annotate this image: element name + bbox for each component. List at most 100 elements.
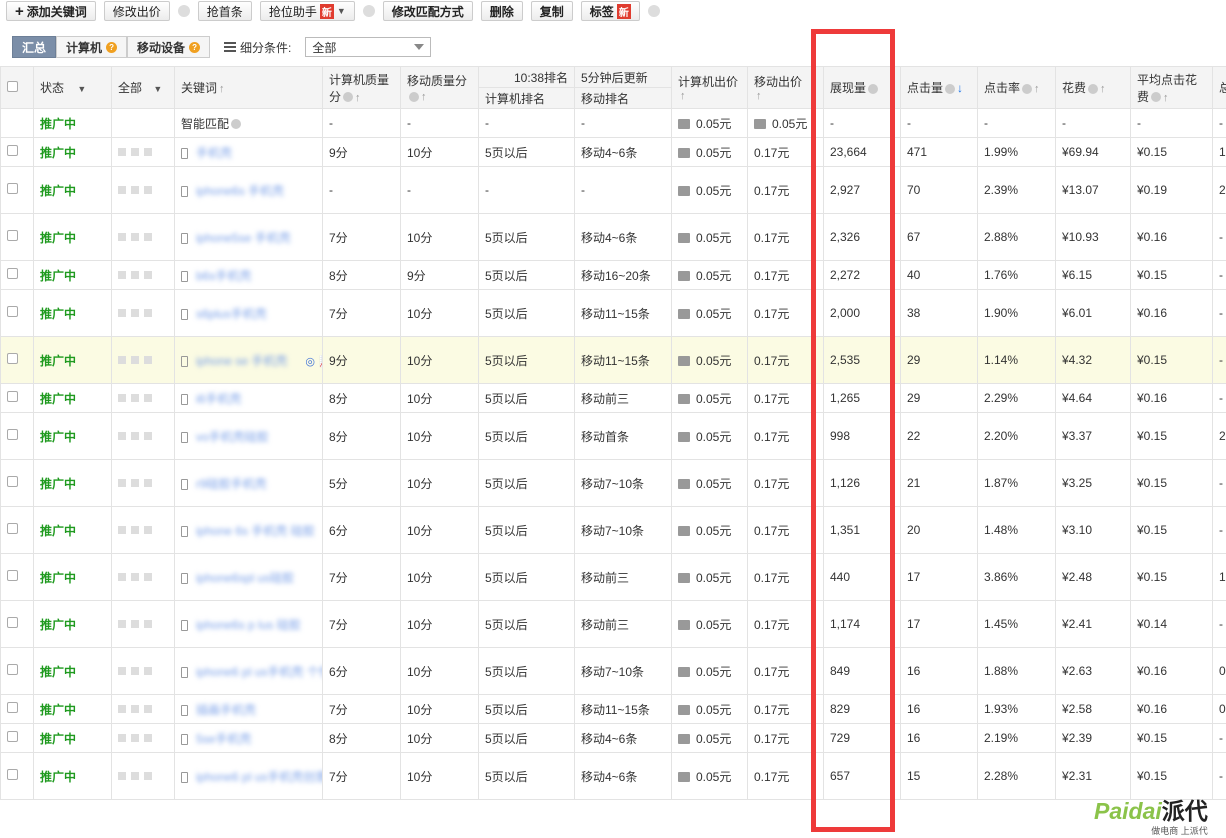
tab-summary[interactable]: 汇总: [12, 36, 57, 58]
pc-quality-header[interactable]: 计算机质量 分 ↑: [322, 66, 401, 109]
mobile-bid-cell[interactable]: 0.17元: [747, 752, 824, 800]
keyword-text[interactable]: r9硅胶手机壳: [196, 477, 267, 491]
grab-first-button[interactable]: 抢首条: [197, 1, 252, 21]
keyword-text[interactable]: 插画手机壳: [196, 703, 256, 717]
row-checkbox[interactable]: [7, 523, 18, 534]
impressions-header[interactable]: 展现量: [823, 66, 901, 109]
pc-bid-cell[interactable]: 0.05元: [671, 553, 748, 601]
help-icon[interactable]: [362, 5, 375, 17]
keyword-cell[interactable]: 5se手机壳: [174, 723, 323, 753]
keyword-cell[interactable]: 插画手机壳: [174, 694, 323, 724]
pc-bid-cell[interactable]: 0.05元: [671, 752, 748, 800]
pc-bid-cell[interactable]: 0.05元: [671, 412, 748, 460]
row-checkbox[interactable]: [7, 570, 18, 581]
more-header[interactable]: 总: [1212, 66, 1226, 109]
mobile-bid-header[interactable]: 移动出价 ↑: [747, 66, 824, 109]
row-checkbox[interactable]: [7, 145, 18, 156]
keyword-cell[interactable]: r9硅胶手机壳: [174, 459, 323, 507]
keyword-cell[interactable]: iphone6 pl us手机壳 个性: [174, 647, 323, 695]
mobile-bid-cell[interactable]: 0.17元: [747, 412, 824, 460]
row-checkbox[interactable]: [7, 429, 18, 440]
keyword-cell[interactable]: i6手机壳: [174, 383, 323, 413]
select-all-checkbox[interactable]: [7, 80, 18, 92]
mobile-bid-cell[interactable]: 0.17元: [747, 260, 824, 290]
mobile-bid-cell[interactable]: 0.17元: [747, 166, 824, 214]
row-checkbox[interactable]: [7, 391, 18, 402]
mobile-bid-cell[interactable]: 0.05元: [747, 108, 824, 138]
pc-bid-cell[interactable]: 0.05元: [671, 260, 748, 290]
keyword-text[interactable]: iphone 6s 手机壳 硅胶: [196, 524, 315, 538]
keyword-cell[interactable]: iphone6 pl us手机壳创意 个性: [174, 752, 323, 800]
help-icon[interactable]: [647, 5, 660, 17]
keyword-cell[interactable]: 手机壳: [174, 137, 323, 167]
row-checkbox[interactable]: [7, 183, 18, 194]
avg-cpc-header[interactable]: 平均点击花 费 ↑: [1130, 66, 1213, 109]
label-button[interactable]: 标签 新: [580, 1, 640, 21]
row-checkbox[interactable]: [7, 731, 18, 742]
pc-bid-cell[interactable]: 0.05元: [671, 213, 748, 261]
condition-select[interactable]: 全部: [305, 37, 432, 57]
keyword-cell[interactable]: iphone 6s 手机壳 硅胶: [174, 506, 323, 554]
grab-assistant-button[interactable]: 抢位助手 新 ▼: [259, 1, 355, 21]
keyword-text[interactable]: iphone6s 手机壳: [196, 184, 284, 198]
row-checkbox[interactable]: [7, 268, 18, 279]
pc-bid-cell[interactable]: 0.05元: [671, 506, 748, 554]
row-checkbox[interactable]: [7, 353, 18, 364]
mobile-bid-cell[interactable]: 0.17元: [747, 506, 824, 554]
row-checkbox[interactable]: [7, 702, 18, 713]
row-checkbox[interactable]: [7, 306, 18, 317]
copy-button[interactable]: 复制: [530, 1, 573, 21]
pc-bid-cell[interactable]: 0.05元: [671, 723, 748, 753]
pc-bid-cell[interactable]: 0.05元: [671, 647, 748, 695]
clicks-header[interactable]: 点击量 ↓: [900, 66, 978, 109]
modify-match-button[interactable]: 修改匹配方式: [382, 1, 473, 21]
keyword-text[interactable]: i6手机壳: [196, 392, 241, 406]
mobile-bid-cell[interactable]: 0.17元: [747, 336, 824, 384]
mobile-bid-cell[interactable]: 0.17元: [747, 137, 824, 167]
keyword-cell[interactable]: iphone6spl us硅胶: [174, 553, 323, 601]
pc-bid-cell[interactable]: 0.05元: [671, 459, 748, 507]
mobile-quality-header[interactable]: 移动质量分 ↑: [400, 66, 479, 109]
mobile-bid-cell[interactable]: 0.17元: [747, 647, 824, 695]
pc-bid-cell[interactable]: 0.05元: [671, 336, 748, 384]
mobile-bid-cell[interactable]: 0.17元: [747, 213, 824, 261]
mobile-bid-cell[interactable]: 0.17元: [747, 459, 824, 507]
pc-bid-cell[interactable]: 0.05元: [671, 166, 748, 214]
delete-button[interactable]: 删除: [480, 1, 523, 21]
keyword-cell[interactable]: b6s手机壳: [174, 260, 323, 290]
ctr-header[interactable]: 点击率 ↑: [977, 66, 1056, 109]
target-icon[interactable]: ◎: [305, 355, 315, 368]
all-header[interactable]: 全部 ▼: [111, 66, 175, 109]
keyword-text[interactable]: iphone se 手机壳: [196, 354, 287, 368]
keyword-cell[interactable]: vo手机壳硅胶: [174, 412, 323, 460]
keyword-text[interactable]: iphone6 pl us手机壳创意 个性: [196, 770, 322, 784]
pc-bid-cell[interactable]: 0.05元: [671, 383, 748, 413]
mobile-bid-cell[interactable]: 0.17元: [747, 553, 824, 601]
keyword-text[interactable]: iphone5se 手机壳: [196, 231, 291, 245]
row-checkbox[interactable]: [7, 769, 18, 780]
mobile-bid-cell[interactable]: 0.17元: [747, 600, 824, 648]
pc-bid-cell[interactable]: 0.05元: [671, 137, 748, 167]
tab-mobile[interactable]: 移动设备?: [127, 36, 211, 58]
keyword-cell[interactable]: iphone se 手机壳◎📈🗑: [174, 336, 323, 384]
add-keyword-button[interactable]: + 添加关键词: [6, 1, 96, 21]
row-checkbox[interactable]: [7, 664, 18, 675]
keyword-header[interactable]: 关键词 ↑: [174, 66, 323, 109]
keyword-text[interactable]: s6plus手机壳: [196, 307, 267, 321]
pc-bid-cell[interactable]: 0.05元: [671, 289, 748, 337]
keyword-text[interactable]: 手机壳: [196, 146, 232, 160]
row-checkbox[interactable]: [7, 617, 18, 628]
status-header[interactable]: 状态 ▼: [33, 66, 112, 109]
row-checkbox[interactable]: [7, 230, 18, 241]
mobile-bid-cell[interactable]: 0.17元: [747, 723, 824, 753]
keyword-cell[interactable]: iphone6s 手机壳: [174, 166, 323, 214]
tab-computer[interactable]: 计算机?: [56, 36, 128, 58]
pc-bid-cell[interactable]: 0.05元: [671, 600, 748, 648]
help-icon[interactable]: [177, 5, 190, 17]
keyword-text[interactable]: 5se手机壳: [196, 732, 251, 746]
chart-icon[interactable]: 📈: [319, 355, 322, 368]
modify-bid-button[interactable]: 修改出价: [103, 1, 170, 21]
keyword-text[interactable]: iphone6spl us硅胶: [196, 571, 294, 585]
keyword-text[interactable]: iphone6s p lus 硅胶: [196, 618, 301, 632]
cost-header[interactable]: 花费 ↑: [1055, 66, 1131, 109]
